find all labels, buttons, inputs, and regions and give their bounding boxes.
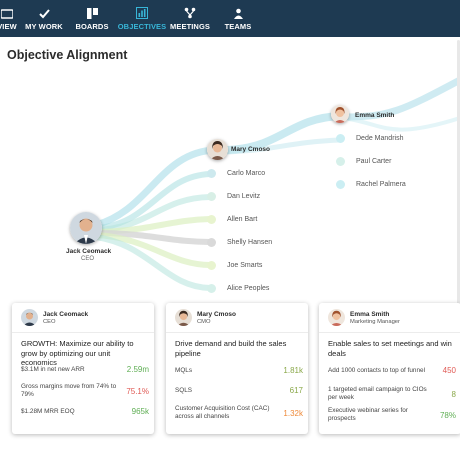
top-node-name: Emma Smith xyxy=(355,112,395,119)
key-result-value: 450 xyxy=(442,366,456,375)
key-result-text: Add 1000 contacts to top of funnel xyxy=(328,366,425,374)
key-result-value: 8 xyxy=(451,389,456,399)
key-result-text: Executive webinar series for prospects xyxy=(328,407,408,422)
leaf-dan-levitz[interactable]: Dan Levitz xyxy=(207,190,260,202)
key-result-value: 1.32k xyxy=(283,408,303,418)
key-result-text: 1 targeted email campaign to CIOs per we… xyxy=(328,386,427,401)
status-dot xyxy=(336,156,345,166)
key-result-text: MQLs xyxy=(175,366,193,374)
objective-card-mary[interactable]: Mary Cmoso CMO Drive demand and build th… xyxy=(166,303,308,434)
root-node-role: CEO xyxy=(81,256,95,262)
card-owner-name: Mary Cmoso xyxy=(197,311,237,318)
card-avatar xyxy=(328,309,345,326)
card-owner-role: CEO xyxy=(43,319,56,325)
leaf-shelly-hansen[interactable]: Shelly Hansen xyxy=(207,236,272,248)
status-dot xyxy=(207,237,216,247)
key-result-value: 617 xyxy=(289,386,303,395)
leaf-carlo-marco[interactable]: Carlo Marco xyxy=(207,167,265,179)
avatar-mary-cmoso[interactable] xyxy=(207,139,228,160)
avatar-jack-ceomack[interactable] xyxy=(70,212,102,244)
key-result-text: $1.28M MRR EOQ xyxy=(21,407,75,415)
leaf-name: Dede Mandrish xyxy=(356,134,404,142)
card-owner-role: CMO xyxy=(197,319,211,325)
leaf-rachel-palmera[interactable]: Rachel Palmera xyxy=(336,178,406,190)
key-result-value: 1.81k xyxy=(283,366,303,375)
key-result-row: Gross margins move from 74% to 79% 75.1% xyxy=(21,383,149,399)
leaf-alice-peoples[interactable]: Alice Peoples xyxy=(207,282,269,294)
key-result-row: Customer Acquisition Cost (CAC) across a… xyxy=(175,405,303,421)
leaf-joe-smarts[interactable]: Joe Smarts xyxy=(207,259,262,271)
key-result-row: 1 targeted email campaign to CIOs per we… xyxy=(328,386,456,402)
status-dot xyxy=(336,133,345,143)
card-owner-role: Marketing Manager xyxy=(350,319,400,325)
leaf-name: Paul Carter xyxy=(356,157,392,165)
key-result-value: 75.1% xyxy=(126,386,149,396)
status-dot xyxy=(207,168,216,178)
key-result-text: Gross margins move from 74% to 79% xyxy=(21,383,117,398)
leaf-name: Joe Smarts xyxy=(227,261,263,269)
leaf-name: Carlo Marco xyxy=(227,169,266,177)
key-result-value: 2.59m xyxy=(126,365,149,374)
card-objective: GROWTH: Maximize our ability to grow by … xyxy=(21,339,134,367)
leaf-name: Alice Peoples xyxy=(227,284,270,292)
leaf-allen-bart[interactable]: Allen Bart xyxy=(207,213,257,225)
card-objective: Drive demand and build the sales pipelin… xyxy=(175,339,287,358)
key-result-row: MQLs 1.81k xyxy=(175,366,303,375)
status-dot xyxy=(336,179,345,189)
card-avatar xyxy=(175,309,192,326)
key-result-value: 965k xyxy=(131,407,149,416)
card-header: Mary Cmoso CMO xyxy=(166,303,308,333)
leaf-paul-carter[interactable]: Paul Carter xyxy=(336,155,391,167)
leaf-dede-mandrish[interactable]: Dede Mandrish xyxy=(336,132,403,144)
objective-card-emma[interactable]: Emma Smith Marketing Manager Enable sale… xyxy=(319,303,460,434)
objective-card-jack[interactable]: Jack Ceomack CEO GROWTH: Maximize our ab… xyxy=(12,303,154,434)
alignment-tree-links xyxy=(92,76,460,291)
key-result-row: SQLS 617 xyxy=(175,386,303,395)
mid-node-name: Mary Cmoso xyxy=(231,146,271,153)
leaf-name: Shelly Hansen xyxy=(227,238,273,246)
key-result-value: 78% xyxy=(439,410,456,420)
leaf-name: Rachel Palmera xyxy=(356,180,406,188)
key-result-row: $3.1M in net new ARR 2.59m xyxy=(21,365,149,374)
key-result-text: SQLS xyxy=(175,386,193,394)
leaf-name: Allen Bart xyxy=(227,215,258,223)
status-dot xyxy=(207,283,216,293)
card-header: Jack Ceomack CEO xyxy=(12,303,154,333)
card-header: Emma Smith Marketing Manager xyxy=(319,303,460,333)
key-result-text: $3.1M in net new ARR xyxy=(21,365,85,373)
card-owner-name: Jack Ceomack xyxy=(43,311,89,318)
avatar-emma-smith[interactable] xyxy=(331,105,349,123)
card-objective: Enable sales to set meetings and win dea… xyxy=(328,339,452,358)
key-result-text: Customer Acquisition Cost (CAC) across a… xyxy=(175,405,270,420)
card-avatar xyxy=(21,309,38,326)
key-result-row: $1.28M MRR EOQ 965k xyxy=(21,407,149,416)
status-dot xyxy=(207,260,216,270)
key-result-row: Executive webinar series for prospects 7… xyxy=(328,407,456,423)
key-result-row: Add 1000 contacts to top of funnel 450 xyxy=(328,366,456,375)
leaf-name: Dan Levitz xyxy=(227,192,261,200)
card-owner-name: Emma Smith xyxy=(350,311,390,318)
status-dot xyxy=(207,214,216,224)
root-node-name: Jack Ceomack xyxy=(66,248,112,255)
status-dot xyxy=(207,191,216,201)
